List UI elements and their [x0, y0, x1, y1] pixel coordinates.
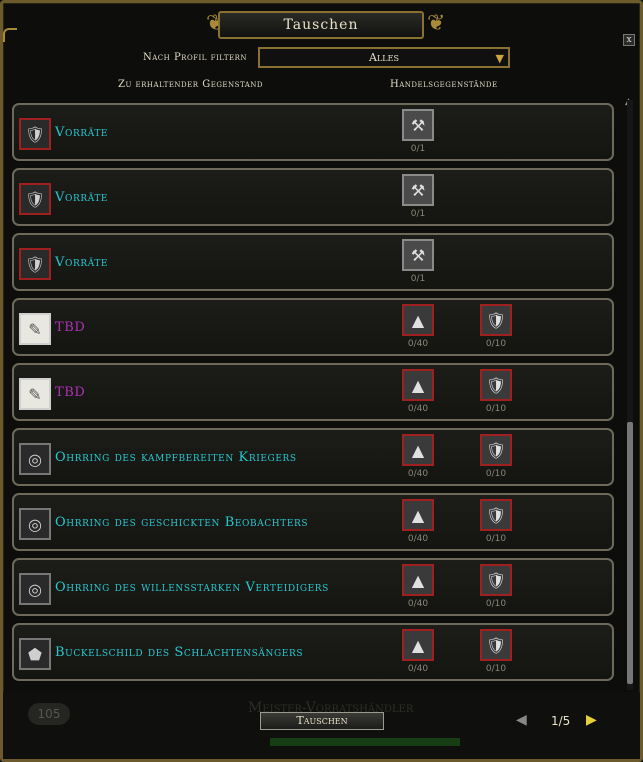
cost-count: 0/1 [410, 274, 426, 284]
trade-row[interactable]: 🛡 Vorräte ⚒ 0/1 [12, 103, 614, 161]
armor-icon[interactable]: 🛡 [480, 369, 512, 401]
scrollbar-thumb[interactable] [627, 422, 633, 684]
armor-icon[interactable]: 🛡 [19, 248, 51, 280]
level-badge: 105 [28, 703, 70, 725]
cost-item[interactable]: 🛡 0/10 [478, 564, 514, 609]
cloak-icon[interactable]: ▲ [402, 499, 434, 531]
shield-icon[interactable]: ⬟ [19, 638, 51, 670]
health-bar [270, 738, 460, 746]
cost-count: 0/10 [485, 404, 507, 414]
armor-icon[interactable]: 🛡 [480, 304, 512, 336]
cost-item[interactable]: ⚒ 0/1 [400, 174, 436, 219]
trade-row[interactable]: ⬟ Buckelschild des Schlachtensängers ▲ 0/40… [12, 623, 614, 681]
armor-icon[interactable]: 🛡 [19, 183, 51, 215]
trade-row[interactable]: ◎ Ohrring des geschickten Beobachters ▲ 0/4… [12, 493, 614, 551]
cloak-icon[interactable]: ▲ [402, 629, 434, 661]
cost-item[interactable]: 🛡 0/10 [478, 369, 514, 414]
cost-count: 0/10 [485, 534, 507, 544]
cost-item[interactable]: ▲ 0/40 [400, 629, 436, 674]
column-header-receive: Zu erhaltender Gegenstand [118, 79, 264, 90]
trade-list: 🛡 Vorräte ⚒ 0/1 🛡 Vorräte ⚒ 0/1 🛡 Vorräte ⚒ 0/1 ✎ TBD… [12, 103, 614, 688]
trade-row[interactable]: ◎ Ohrring des willensstarken Verteidigers… [12, 558, 614, 616]
cost-item[interactable]: 🛡 0/10 [478, 499, 514, 544]
cost-item[interactable]: ▲ 0/40 [400, 434, 436, 479]
armor-icon[interactable]: 🛡 [480, 564, 512, 596]
scrollbar[interactable] [627, 100, 633, 690]
trade-row[interactable]: ✎ TBD ▲ 0/40 🛡 0/10 [12, 298, 614, 356]
cost-count: 0/10 [485, 339, 507, 349]
item-name[interactable]: Vorräte [55, 190, 108, 205]
trade-row[interactable]: 🛡 Vorräte ⚒ 0/1 [12, 233, 614, 291]
cloak-icon[interactable]: ▲ [402, 304, 434, 336]
item-name[interactable]: TBD [55, 320, 85, 335]
item-name[interactable]: Ohrring des kampfbereiten Kriegers [55, 450, 297, 465]
cost-item[interactable]: 🛡 0/10 [478, 434, 514, 479]
item-name[interactable]: Ohrring des willensstarken Verteidigers [55, 580, 329, 595]
cost-count: 0/1 [410, 144, 426, 154]
scroll-icon[interactable]: ✎ [19, 378, 51, 410]
cost-item[interactable]: ▲ 0/40 [400, 304, 436, 349]
cost-item[interactable]: 🛡 0/10 [478, 304, 514, 349]
cost-count: 0/40 [407, 664, 429, 674]
item-name[interactable]: Ohrring des geschickten Beobachters [55, 515, 308, 530]
cost-count: 0/40 [407, 469, 429, 479]
item-name[interactable]: Vorräte [55, 125, 108, 140]
earring-icon[interactable]: ◎ [19, 508, 51, 540]
cost-count: 0/1 [410, 209, 426, 219]
window-title[interactable]: Tauschen [218, 11, 424, 39]
cloak-icon[interactable]: ▲ [402, 434, 434, 466]
cost-count: 0/40 [407, 339, 429, 349]
cost-item[interactable]: ▲ 0/40 [400, 564, 436, 609]
cost-count: 0/40 [407, 534, 429, 544]
title-ornament-right-icon: ❦ [427, 11, 446, 36]
trade-button[interactable]: Tauschen [260, 712, 384, 730]
item-name[interactable]: Buckelschild des Schlachtensängers [55, 645, 303, 660]
tool-icon[interactable]: ⚒ [402, 109, 434, 141]
armor-icon[interactable]: 🛡 [480, 434, 512, 466]
cost-count: 0/40 [407, 599, 429, 609]
previous-page-icon[interactable]: ◀ [516, 712, 527, 728]
cost-item[interactable]: 🛡 0/10 [478, 629, 514, 674]
cost-count: 0/10 [485, 664, 507, 674]
cost-item[interactable]: ⚒ 0/1 [400, 109, 436, 154]
cost-item[interactable]: ⚒ 0/1 [400, 239, 436, 284]
cloak-icon[interactable]: ▲ [402, 369, 434, 401]
dropdown-arrow-icon: ▼ [495, 52, 504, 65]
item-name[interactable]: TBD [55, 385, 85, 400]
next-page-icon[interactable]: ▶ [586, 712, 597, 728]
cost-count: 0/10 [485, 469, 507, 479]
filter-value: Alles [369, 51, 399, 64]
armor-icon[interactable]: 🛡 [480, 499, 512, 531]
close-button[interactable]: x [623, 34, 635, 46]
tool-icon[interactable]: ⚒ [402, 174, 434, 206]
armor-icon[interactable]: 🛡 [19, 118, 51, 150]
filter-label: Nach Profil filtern [143, 52, 248, 63]
cost-item[interactable]: ▲ 0/40 [400, 369, 436, 414]
item-name[interactable]: Vorräte [55, 255, 108, 270]
earring-icon[interactable]: ◎ [19, 573, 51, 605]
corner-ornament [3, 28, 17, 42]
cost-count: 0/40 [407, 404, 429, 414]
tool-icon[interactable]: ⚒ [402, 239, 434, 271]
trade-row[interactable]: ◎ Ohrring des kampfbereiten Kriegers ▲ 0/40… [12, 428, 614, 486]
earring-icon[interactable]: ◎ [19, 443, 51, 475]
cost-count: 0/10 [485, 599, 507, 609]
cost-item[interactable]: ▲ 0/40 [400, 499, 436, 544]
column-header-trade: Handelsgegenstände [390, 79, 498, 90]
profile-filter-dropdown[interactable]: Alles ▼ [258, 47, 510, 68]
scroll-icon[interactable]: ✎ [19, 313, 51, 345]
trade-row[interactable]: 🛡 Vorräte ⚒ 0/1 [12, 168, 614, 226]
page-indicator: 1/5 [551, 714, 571, 728]
trade-row[interactable]: ✎ TBD ▲ 0/40 🛡 0/10 [12, 363, 614, 421]
cloak-icon[interactable]: ▲ [402, 564, 434, 596]
armor-icon[interactable]: 🛡 [480, 629, 512, 661]
